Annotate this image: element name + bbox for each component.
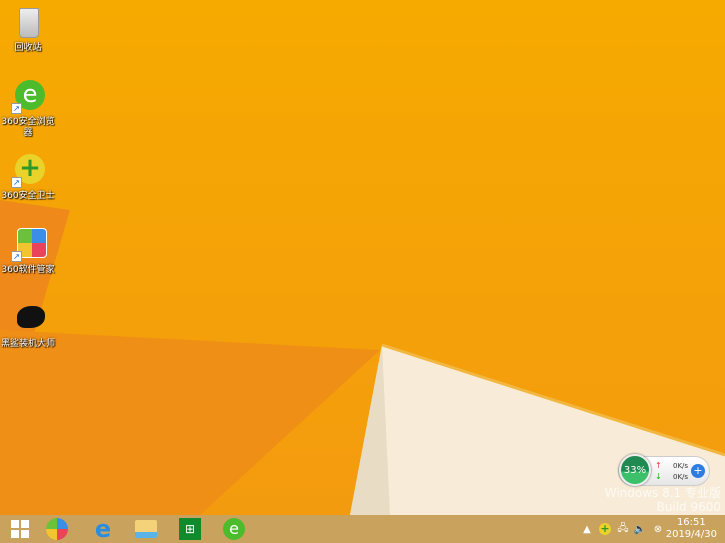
tray-360-security-icon[interactable]: + (598, 515, 612, 543)
360-browser-icon: e (223, 518, 245, 540)
action-center-icon[interactable]: ⊗ (650, 515, 666, 543)
desktop-icon-label: 360软件管家 (1, 265, 55, 275)
wallpaper (0, 0, 725, 543)
network-icon[interactable]: 🖧 (615, 515, 631, 543)
taskbar-internet-explorer[interactable]: e (83, 517, 123, 541)
desktop-icon-label: 回收站 (14, 43, 42, 53)
memory-usage-ball[interactable]: 33% (619, 454, 651, 486)
desktop-icon-360-software-manager[interactable]: ↗ 360软件管家 (0, 228, 56, 276)
watermark-edition: Windows 8.1 专业版 (604, 486, 721, 500)
volume-icon[interactable]: 🔈 (632, 515, 648, 543)
upload-speed: 0K/s (673, 462, 689, 470)
black-shark-icon (11, 302, 45, 336)
clock-time: 16:51 (676, 517, 706, 528)
accelerate-plus-icon[interactable]: + (691, 464, 705, 478)
internet-explorer-icon: e (94, 515, 112, 543)
upload-arrow-icon: ↑ (655, 461, 662, 470)
taskbar-360-software-manager[interactable] (37, 517, 77, 541)
taskbar-store[interactable]: ⊞ (170, 517, 210, 541)
watermark-build: Build 9600 (656, 500, 721, 514)
start-button[interactable] (0, 517, 40, 541)
desktop-icon-label: 360安全卫士 (1, 191, 55, 201)
download-speed: 0K/s (673, 473, 689, 481)
clock[interactable]: 16:51 2019/4/30 (666, 517, 717, 541)
360-security-icon: + ↗ (11, 154, 45, 188)
desktop-icon-black-shark[interactable]: 黑鲨装机大师 (0, 302, 56, 350)
folder-icon (135, 520, 157, 538)
360-browser-icon: e ↗ (11, 80, 45, 114)
360-software-manager-icon: ↗ (11, 228, 47, 262)
download-arrow-icon: ↓ (655, 472, 662, 481)
taskbar-360-browser[interactable]: e (214, 517, 254, 541)
recycle-bin-icon (11, 6, 45, 40)
clock-date: 2019/4/30 (665, 529, 717, 540)
desktop-icon-360-security[interactable]: + ↗ 360安全卫士 (0, 154, 56, 202)
desktop-icon-label: 360安全浏览器 (1, 117, 55, 138)
store-icon: ⊞ (179, 518, 201, 540)
desktop-icon-label: 黑鲨装机大师 (0, 339, 55, 349)
desktop-icon-360-browser[interactable]: e ↗ 360安全浏览器 (0, 80, 56, 139)
desktop-icon-recycle-bin[interactable]: 回收站 (0, 6, 56, 54)
360-software-manager-icon (46, 518, 68, 540)
taskbar: e ⊞ e ▲ + 🖧 🔈 ⊗ 16:51 2019/4/30 (0, 515, 725, 543)
show-hidden-icons-button[interactable]: ▲ (580, 515, 594, 543)
taskbar-file-explorer[interactable] (126, 517, 166, 541)
windows-logo-icon (11, 520, 29, 538)
